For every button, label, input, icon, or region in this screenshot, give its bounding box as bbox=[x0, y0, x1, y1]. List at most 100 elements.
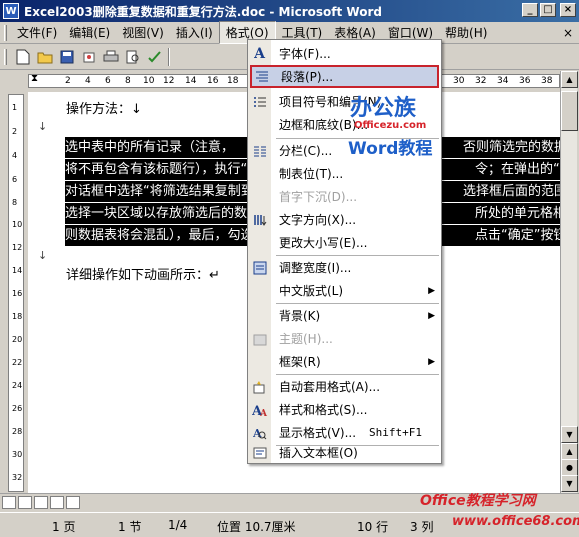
spelling-icon[interactable] bbox=[145, 47, 165, 67]
close-button[interactable]: × bbox=[560, 3, 576, 17]
outline-view-button[interactable] bbox=[50, 496, 64, 509]
scroll-up-button[interactable]: ▲ bbox=[561, 71, 578, 88]
status-section: 1 节 bbox=[118, 520, 142, 534]
bullets-icon bbox=[251, 93, 268, 110]
menu-item-label: 主题(H)... bbox=[279, 332, 333, 346]
menu-insert[interactable]: 插入(I) bbox=[170, 22, 219, 43]
title-bar: W Excel2003删除重复数据和重复行方法.doc - Microsoft … bbox=[0, 0, 579, 22]
vruler-tick: 30 bbox=[12, 450, 23, 459]
styles-icon: AA bbox=[251, 401, 268, 418]
maximize-button[interactable]: □ bbox=[540, 3, 556, 17]
vertical-ruler: 1 2 4 6 8 10 12 14 16 18 20 22 24 26 28 … bbox=[8, 94, 24, 492]
vruler-tick: 8 bbox=[12, 198, 18, 207]
menu-item-paragraph[interactable]: 段落(P)... bbox=[250, 65, 439, 88]
permission-icon[interactable] bbox=[79, 47, 99, 67]
vruler-tick: 22 bbox=[12, 358, 23, 367]
menu-item-font[interactable]: A 字体(F)... bbox=[248, 42, 441, 65]
reading-view-button[interactable] bbox=[66, 496, 80, 509]
ruler-tick: 12 bbox=[163, 76, 175, 86]
menu-item-label: 插入文本框(O) bbox=[279, 446, 358, 460]
toolbar-grip[interactable] bbox=[4, 48, 7, 65]
document-close-icon[interactable]: × bbox=[557, 24, 579, 42]
vruler-tick: 2 bbox=[12, 127, 18, 136]
scroll-down-button[interactable]: ▼ bbox=[561, 426, 578, 443]
ruler-tick: 30 bbox=[453, 76, 465, 86]
status-page: 1 页 bbox=[52, 520, 76, 534]
paragraph-mark: ↓ bbox=[38, 120, 48, 133]
vruler-tick: 24 bbox=[12, 381, 23, 390]
previous-page-button[interactable]: ▲ bbox=[561, 443, 578, 460]
minimize-button[interactable]: _ bbox=[522, 3, 538, 17]
paragraph-icon bbox=[253, 68, 270, 85]
watermark-url: www.office68.com bbox=[452, 514, 579, 529]
columns-icon bbox=[251, 142, 268, 159]
menu-item-drop-cap[interactable]: 首字下沉(D)... bbox=[248, 185, 441, 208]
menu-item-label: 字体(F)... bbox=[279, 47, 331, 61]
theme-icon bbox=[251, 330, 268, 347]
browse-object-button[interactable]: ● bbox=[561, 459, 578, 476]
status-column: 3 列 bbox=[410, 520, 434, 534]
next-page-button[interactable]: ▼ bbox=[561, 475, 578, 492]
ruler-tick: 32 bbox=[475, 76, 487, 86]
menu-item-insert-textbox[interactable]: 插入文本框(O) bbox=[248, 441, 441, 464]
paragraph-mark: ↓ bbox=[38, 249, 48, 262]
menu-item-label: 更改大小写(E)... bbox=[279, 236, 368, 250]
menu-item-label: 样式和格式(S)... bbox=[279, 403, 368, 417]
vruler-tick: 10 bbox=[12, 220, 23, 229]
vruler-tick: 12 bbox=[12, 243, 23, 252]
scroll-thumb[interactable] bbox=[561, 91, 578, 131]
menu-item-label: 段落(P)... bbox=[281, 70, 334, 84]
vertical-scrollbar[interactable]: ▲ ▼ ▲ ● ▼ bbox=[560, 71, 578, 493]
ruler-tick: 6 bbox=[105, 76, 111, 86]
selected-text-left: 选择一块区域以存放筛选后的数据（ bbox=[65, 206, 274, 221]
print-preview-icon[interactable] bbox=[123, 47, 143, 67]
save-icon[interactable] bbox=[57, 47, 77, 67]
menu-item-frames[interactable]: 框架(R) ▶ bbox=[248, 350, 441, 373]
logo-word-tutorial: Word教程 bbox=[348, 139, 433, 159]
print-icon[interactable] bbox=[101, 47, 121, 67]
menu-item-label: 中文版式(L) bbox=[279, 284, 344, 298]
open-icon[interactable] bbox=[35, 47, 55, 67]
menu-help[interactable]: 帮助(H) bbox=[439, 22, 493, 43]
ruler-tick: 10 bbox=[143, 76, 155, 86]
menu-item-styles[interactable]: AA 样式和格式(S)... bbox=[248, 398, 441, 421]
fit-width-icon bbox=[251, 259, 268, 276]
word-app-icon[interactable]: W bbox=[3, 3, 19, 19]
menu-item-label: 制表位(T)... bbox=[279, 167, 344, 181]
heading-operation-method: 操作方法：↓ bbox=[66, 102, 142, 117]
vruler-tick: 20 bbox=[12, 335, 23, 344]
menu-item-label: 背景(K) bbox=[279, 309, 321, 323]
print-view-button[interactable] bbox=[34, 496, 48, 509]
menu-item-fit-width[interactable]: 调整宽度(I)... bbox=[248, 256, 441, 279]
vruler-tick: 4 bbox=[12, 151, 18, 160]
menu-item-text-direction[interactable]: 文字方向(X)... bbox=[248, 208, 441, 231]
window-controls: _ □ × bbox=[522, 3, 576, 17]
vruler-tick: 28 bbox=[12, 427, 23, 436]
ruler-tick: 8 bbox=[125, 76, 131, 86]
menu-item-autoformat[interactable]: 自动套用格式(A)... bbox=[248, 375, 441, 398]
menubar-grip[interactable] bbox=[4, 24, 7, 41]
submenu-arrow-icon: ▶ bbox=[428, 285, 435, 296]
menu-view[interactable]: 视图(V) bbox=[116, 22, 170, 43]
menu-item-background[interactable]: 背景(K) ▶ bbox=[248, 304, 441, 327]
normal-view-button[interactable] bbox=[2, 496, 16, 509]
autoformat-icon bbox=[251, 378, 268, 395]
new-icon[interactable] bbox=[13, 47, 33, 67]
ruler-tick: 2 bbox=[65, 76, 71, 86]
selected-text-right: 所处的单元格相重 bbox=[475, 206, 560, 221]
menu-item-asian-layout[interactable]: 中文版式(L) ▶ bbox=[248, 279, 441, 302]
toolbar-separator bbox=[168, 47, 170, 66]
menu-edit[interactable]: 编辑(E) bbox=[63, 22, 116, 43]
text-direction-icon bbox=[251, 211, 268, 228]
selected-text-left: 选中表中的所有记录（注意， bbox=[65, 140, 235, 155]
menu-item-theme[interactable]: 主题(H)... bbox=[248, 327, 441, 350]
menu-item-label: 调整宽度(I)... bbox=[279, 261, 352, 275]
menu-item-label: 文字方向(X)... bbox=[279, 213, 357, 227]
indent-marker-icon[interactable]: ⧗ bbox=[31, 73, 38, 84]
ruler-tick: 4 bbox=[85, 76, 91, 86]
menu-item-change-case[interactable]: 更改大小写(E)... bbox=[248, 231, 441, 254]
menu-item-tabs[interactable]: 制表位(T)... bbox=[248, 162, 441, 185]
vruler-tick: 18 bbox=[12, 312, 23, 321]
web-view-button[interactable] bbox=[18, 496, 32, 509]
menu-file[interactable]: 文件(F) bbox=[11, 22, 63, 43]
